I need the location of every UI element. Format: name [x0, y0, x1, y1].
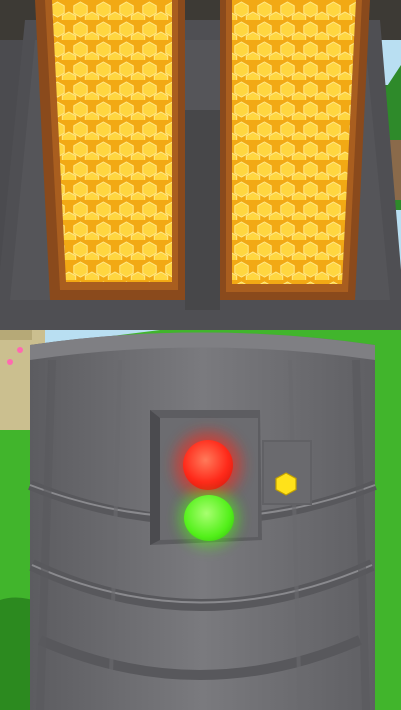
red-light: [183, 440, 233, 490]
honey-frame-right: [220, 0, 370, 300]
center-pillar: [185, 110, 220, 310]
game-scene: [0, 0, 401, 710]
honey-frame-left: [35, 0, 185, 300]
green-light: [184, 495, 234, 541]
honeycomb-hex-icon: [274, 472, 298, 496]
